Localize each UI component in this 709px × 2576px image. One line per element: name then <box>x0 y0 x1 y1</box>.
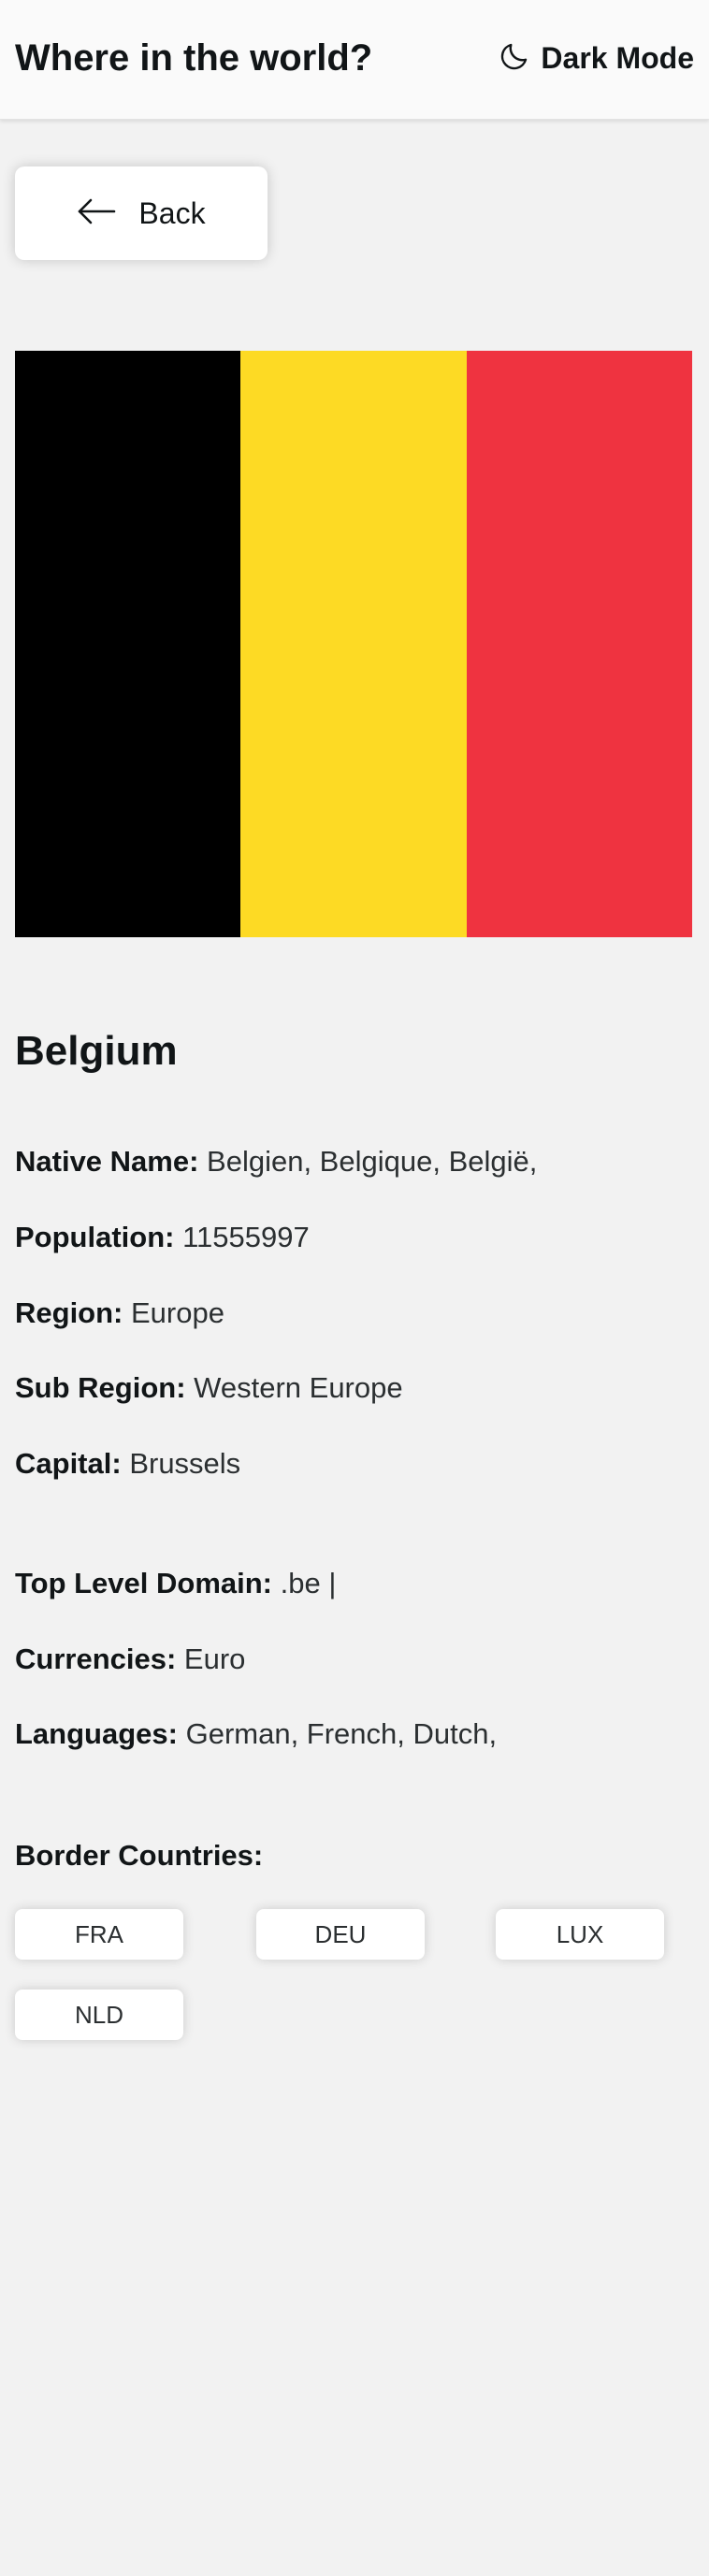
languages-row: Languages: German, French, Dutch, <box>15 1715 497 1753</box>
currencies-label: Currencies: <box>15 1643 177 1675</box>
currencies-row: Currencies: Euro <box>15 1641 245 1678</box>
top-level-domain-value: .be | <box>280 1567 337 1599</box>
top-level-domain-row: Top Level Domain: .be | <box>15 1565 336 1602</box>
capital-row: Capital: Brussels <box>15 1445 240 1483</box>
population-value: 11555997 <box>182 1221 310 1253</box>
top-level-domain-label: Top Level Domain: <box>15 1567 273 1599</box>
flag-stripe-black <box>15 351 241 937</box>
native-name-row: Native Name: Belgien, Belgique, België, <box>15 1143 537 1180</box>
dark-mode-toggle[interactable]: Dark Mode <box>498 39 694 77</box>
dark-mode-label: Dark Mode <box>541 40 694 75</box>
country-flag <box>15 351 692 937</box>
country-name: Belgium <box>15 1028 178 1074</box>
border-country-button-nld[interactable]: NLD <box>15 1990 183 2040</box>
app-title: Where in the world? <box>15 37 373 79</box>
border-country-button-fra[interactable]: FRA <box>15 1909 183 1960</box>
moon-icon <box>498 39 531 78</box>
capital-value: Brussels <box>129 1447 241 1480</box>
capital-label: Capital: <box>15 1447 122 1480</box>
native-name-value: Belgien, Belgique, België, <box>207 1145 538 1178</box>
app-header: Where in the world? Dark Mode <box>0 0 709 120</box>
region-label: Region: <box>15 1296 123 1329</box>
sub-region-row: Sub Region: Western Europe <box>15 1369 403 1407</box>
arrow-left-icon <box>77 197 116 230</box>
region-value: Europe <box>131 1296 224 1329</box>
languages-label: Languages: <box>15 1717 178 1750</box>
flag-stripe-red <box>466 351 692 937</box>
border-countries-title: Border Countries: <box>15 1839 264 1872</box>
back-button[interactable]: Back <box>15 166 268 260</box>
border-country-button-deu[interactable]: DEU <box>256 1909 425 1960</box>
native-name-label: Native Name: <box>15 1145 199 1178</box>
border-country-button-lux[interactable]: LUX <box>496 1909 664 1960</box>
population-row: Population: 11555997 <box>15 1219 310 1256</box>
sub-region-value: Western Europe <box>194 1371 403 1404</box>
languages-value: German, French, Dutch, <box>185 1717 498 1750</box>
population-label: Population: <box>15 1221 175 1253</box>
flag-stripe-yellow <box>240 351 467 937</box>
sub-region-label: Sub Region: <box>15 1371 186 1404</box>
region-row: Region: Europe <box>15 1295 224 1332</box>
back-button-label: Back <box>138 195 206 230</box>
currencies-value: Euro <box>183 1643 246 1675</box>
